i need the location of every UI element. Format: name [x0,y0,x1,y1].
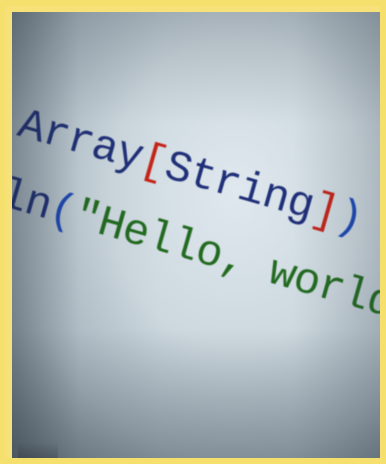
bottom-shadow [18,442,58,458]
token-array: Array [12,100,149,184]
photo-frame: Array[String]) = ln("Hello, world!" [0,0,386,464]
token-string-type: String [158,142,320,233]
code-photo: Array[String]) = ln("Hello, world!" [12,12,380,458]
